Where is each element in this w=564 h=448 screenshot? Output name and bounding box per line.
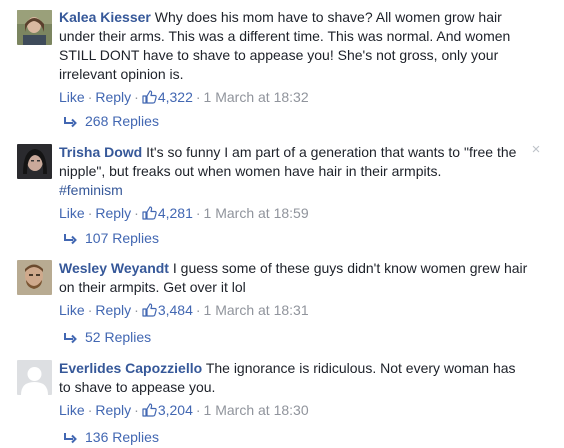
- comment-author[interactable]: Trisha Dowd: [59, 144, 142, 160]
- replies-count: 107 Replies: [85, 230, 159, 246]
- separator: ·: [195, 205, 201, 221]
- like-count-value: 4,322: [157, 89, 193, 105]
- separator: ·: [134, 205, 139, 221]
- reply-button[interactable]: Reply: [95, 205, 131, 221]
- reply-button[interactable]: Reply: [95, 302, 131, 318]
- timestamp[interactable]: 1 March at 18:59: [204, 205, 309, 221]
- comment-author[interactable]: Kalea Kiesser: [59, 9, 151, 25]
- separator: ·: [87, 205, 93, 221]
- avatar[interactable]: [17, 260, 52, 295]
- separator: ·: [87, 402, 93, 418]
- separator: ·: [195, 89, 201, 105]
- hashtag-link[interactable]: #feminism: [59, 182, 123, 198]
- comment-actions: Like · Reply · 4,322 · 1 March at 18:32: [59, 88, 529, 108]
- reply-arrow-icon: [63, 231, 79, 249]
- reply-arrow-icon: [63, 430, 79, 448]
- separator: ·: [134, 402, 139, 418]
- like-count[interactable]: 3,204: [142, 402, 193, 418]
- thumbs-up-icon: [142, 206, 157, 224]
- like-button[interactable]: Like: [59, 302, 85, 318]
- reply-arrow-icon: [63, 114, 79, 132]
- thumbs-up-icon: [142, 90, 157, 108]
- like-count[interactable]: 4,322: [142, 89, 193, 105]
- separator: ·: [87, 302, 93, 318]
- view-replies-link[interactable]: 268 Replies: [63, 112, 159, 132]
- reply-button[interactable]: Reply: [95, 402, 131, 418]
- like-count-value: 3,204: [157, 402, 193, 418]
- comment-author[interactable]: Wesley Weyandt: [59, 260, 169, 276]
- like-button[interactable]: Like: [59, 205, 85, 221]
- like-count-value: 3,484: [157, 302, 193, 318]
- like-count[interactable]: 3,484: [142, 302, 193, 318]
- timestamp[interactable]: 1 March at 18:31: [204, 302, 309, 318]
- like-count[interactable]: 4,281: [142, 205, 193, 221]
- comment-actions: Like · Reply · 4,281 · 1 March at 18:59: [59, 204, 529, 224]
- separator: ·: [195, 402, 201, 418]
- replies-count: 52 Replies: [85, 329, 152, 345]
- comment-body: Kalea Kiesser Why does his mom have to s…: [59, 8, 529, 108]
- timestamp[interactable]: 1 March at 18:32: [204, 89, 309, 105]
- thumbs-up-icon: [142, 303, 157, 321]
- avatar[interactable]: [17, 144, 52, 179]
- avatar[interactable]: [17, 10, 52, 45]
- replies-count: 268 Replies: [85, 113, 159, 129]
- thumbs-up-icon: [142, 403, 157, 421]
- view-replies-link[interactable]: 52 Replies: [63, 328, 151, 348]
- like-count-value: 4,281: [157, 205, 193, 221]
- reply-arrow-icon: [63, 330, 79, 348]
- replies-count: 136 Replies: [85, 429, 159, 445]
- comment-body: Everlides Capozziello The ignorance is r…: [59, 359, 529, 421]
- separator: ·: [87, 89, 93, 105]
- comment-body: Wesley Weyandt I guess some of these guy…: [59, 259, 529, 321]
- avatar[interactable]: [17, 360, 52, 395]
- comment-actions: Like · Reply · 3,484 · 1 March at 18:31: [59, 301, 529, 321]
- separator: ·: [195, 302, 201, 318]
- like-button[interactable]: Like: [59, 89, 85, 105]
- comment-body: Trisha Dowd It's so funny I am part of a…: [59, 143, 529, 224]
- separator: ·: [134, 89, 139, 105]
- comment-thread: Kalea Kiesser Why does his mom have to s…: [0, 0, 564, 448]
- reply-button[interactable]: Reply: [95, 89, 131, 105]
- like-button[interactable]: Like: [59, 402, 85, 418]
- comment-author[interactable]: Everlides Capozziello: [59, 360, 202, 376]
- view-replies-link[interactable]: 107 Replies: [63, 229, 159, 249]
- view-replies-link[interactable]: 136 Replies: [63, 428, 159, 448]
- separator: ·: [134, 302, 139, 318]
- close-icon[interactable]: ×: [529, 142, 543, 157]
- timestamp[interactable]: 1 March at 18:30: [204, 402, 309, 418]
- comment-actions: Like · Reply · 3,204 · 1 March at 18:30: [59, 401, 529, 421]
